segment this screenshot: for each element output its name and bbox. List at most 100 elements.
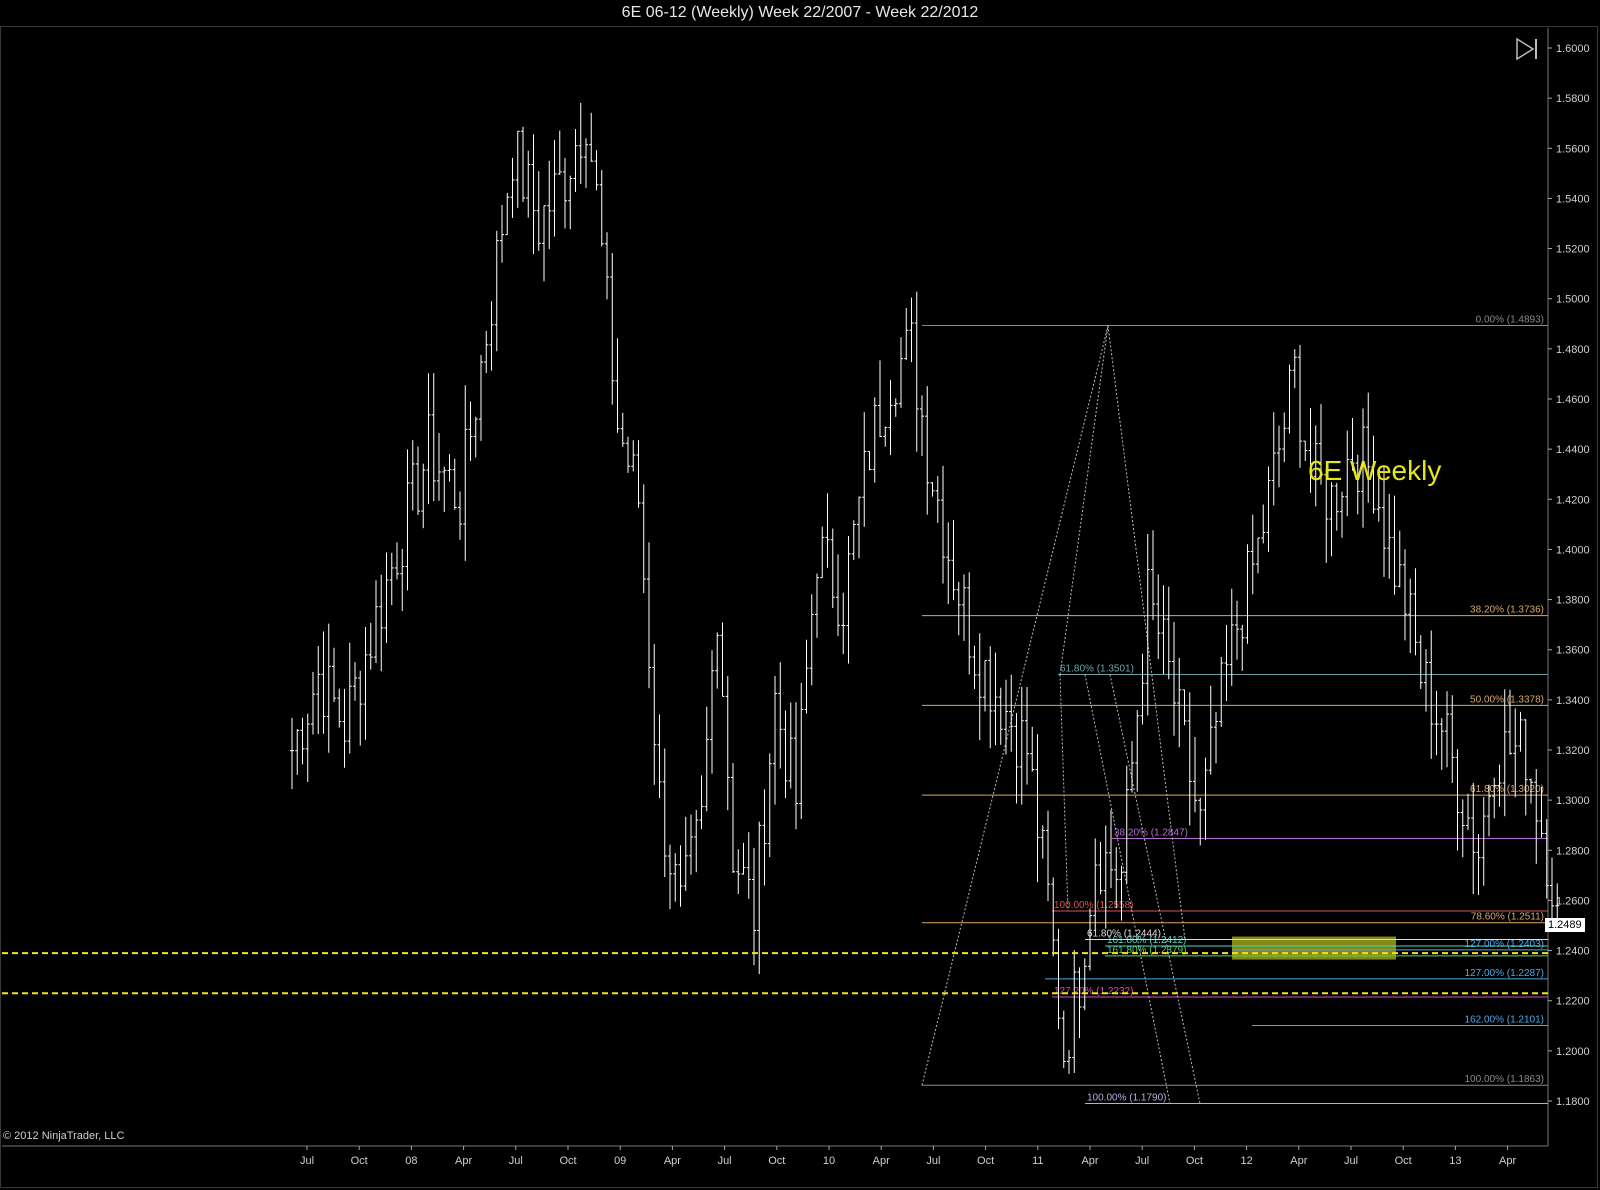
ohlc-bar <box>1450 695 1455 783</box>
x-tick-label: 09 <box>614 1155 626 1167</box>
ohlc-bar <box>1303 440 1308 461</box>
ohlc-bar <box>731 762 735 874</box>
ohlc-bar <box>668 844 672 910</box>
fib-level-label: 38.20% (1.2847) <box>1114 828 1188 839</box>
ohlc-bar <box>683 816 688 891</box>
ohlc-bar <box>909 297 914 363</box>
ohlc-bar <box>762 789 767 886</box>
ohlc-bar <box>552 140 557 237</box>
ohlc-bar <box>368 622 373 670</box>
ohlc-bar <box>804 639 809 714</box>
x-tick-label: Oct <box>559 1155 576 1167</box>
ohlc-bar <box>1298 345 1302 468</box>
ohlc-bar <box>1424 649 1428 712</box>
ohlc-bar <box>316 645 321 735</box>
ohlc-bar <box>977 633 982 741</box>
ohlc-bar <box>951 519 956 601</box>
x-tick-label: Jul <box>926 1155 940 1167</box>
ohlc-bar <box>1151 530 1155 621</box>
ohlc-bar <box>1145 533 1150 716</box>
ohlc-bar <box>1229 588 1234 686</box>
copyright-text: © 2012 NinjaTrader, LLC <box>3 1130 125 1142</box>
x-tick-label: 10 <box>823 1155 835 1167</box>
ohlc-bar <box>1172 621 1176 736</box>
ohlc-bar <box>1518 711 1523 752</box>
y-tick-label: 1.5800 <box>1556 93 1590 105</box>
ohlc-bar <box>862 412 867 527</box>
ohlc-bar <box>489 301 494 371</box>
ohlc-bar <box>594 150 599 191</box>
ohlc-bar <box>589 112 594 162</box>
ohlc-bar <box>290 717 294 790</box>
ohlc-bar <box>1292 349 1297 389</box>
ohlc-bar <box>757 821 762 975</box>
ohlc-bar <box>1093 838 1098 931</box>
ohlc-bar <box>1439 718 1444 770</box>
ohlc-bar <box>967 572 972 675</box>
x-tick-label: Jul <box>718 1155 732 1167</box>
x-tick-label: Jul <box>509 1155 523 1167</box>
ohlc-bar <box>878 360 882 438</box>
trendline <box>1059 674 1069 911</box>
trendline <box>1059 325 1109 675</box>
ohlc-bar <box>536 171 541 251</box>
chart-watermark: 6E Weekly <box>1308 455 1442 486</box>
x-tick-label: Apr <box>1081 1155 1098 1167</box>
skip-forward-icon[interactable] <box>1514 36 1540 62</box>
ohlc-bar <box>1340 491 1344 538</box>
ohlc-bar <box>484 330 489 373</box>
ohlc-bar <box>321 631 326 734</box>
ohlc-bar <box>846 536 851 664</box>
ohlc-bar <box>983 659 987 712</box>
ohlc-bar <box>1098 841 1103 895</box>
ohlc-bar <box>1156 574 1161 660</box>
ohlc-bar <box>379 574 384 672</box>
ohlc-bar <box>1182 689 1187 726</box>
ohlc-bar <box>1476 834 1481 895</box>
ohlc-bar <box>1214 711 1218 764</box>
ohlc-bar <box>1392 495 1397 595</box>
ohlc-bar <box>463 385 468 561</box>
last-price-label: 1.2489 <box>1545 918 1585 932</box>
ohlc-bar <box>1030 726 1035 772</box>
ohlc-bar <box>363 626 368 740</box>
x-tick-label: 08 <box>405 1155 417 1167</box>
ohlc-bar <box>794 702 798 830</box>
ohlc-bar <box>710 650 714 774</box>
ohlc-bar <box>1187 692 1192 826</box>
ohlc-bar <box>347 642 352 754</box>
ohlc-bar <box>1282 412 1287 463</box>
ohlc-bar <box>531 134 536 255</box>
ohlc-bar <box>851 520 856 560</box>
ohlc-bar <box>426 373 431 505</box>
price-chart[interactable]: 1.6000 1.5800 1.5600 1.5400 1.5200 1.5000 1.48… <box>0 0 1600 1190</box>
ohlc-bar <box>1445 691 1449 768</box>
x-tick-label: Apr <box>873 1155 890 1167</box>
ohlc-bar <box>395 542 399 580</box>
ohlc-bar <box>452 458 457 510</box>
ohlc-bar <box>584 138 588 188</box>
ohlc-bar <box>662 748 667 878</box>
y-tick-label: 1.2000 <box>1556 1046 1590 1058</box>
ohlc-bar <box>1119 865 1124 921</box>
ohlc-bar <box>526 150 531 218</box>
x-tick-label: Oct <box>977 1155 994 1167</box>
ohlc-bar <box>699 775 704 830</box>
ohlc-bar <box>673 853 678 902</box>
x-tick-label: Oct <box>351 1155 368 1167</box>
ohlc-bar <box>652 644 657 785</box>
ohlc-bar <box>1077 967 1082 1039</box>
ohlc-bar <box>1502 689 1507 817</box>
ohlc-bar <box>883 426 888 447</box>
ohlc-bar <box>389 552 394 606</box>
ohlc-bar <box>311 671 315 735</box>
ohlc-bar <box>694 809 699 873</box>
ohlc-bar <box>1429 630 1434 759</box>
fib-level-label: 0.00% (1.4893) <box>1476 315 1544 326</box>
ohlc-bar <box>1434 690 1439 756</box>
ohlc-bar <box>1004 679 1008 755</box>
price-bars <box>290 102 1560 1074</box>
ohlc-bar <box>1460 799 1465 858</box>
y-tick-label: 1.3400 <box>1556 695 1590 707</box>
ohlc-bar <box>615 338 620 433</box>
